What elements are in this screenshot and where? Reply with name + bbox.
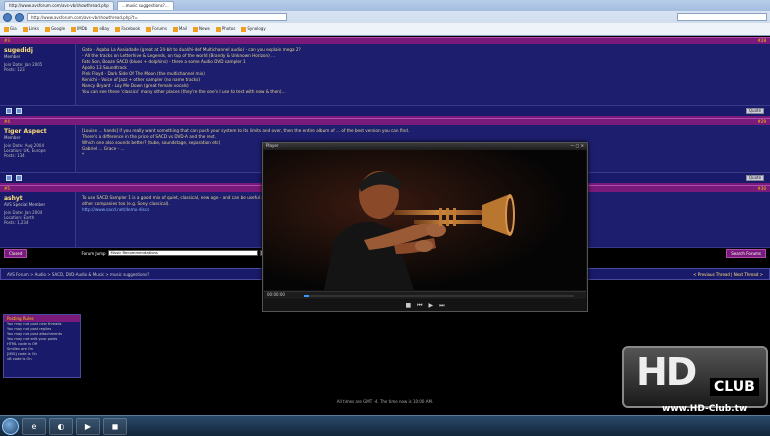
browser-tab-active[interactable]: ...music suggestions?... xyxy=(116,1,174,10)
post-author: Tiger Aspect Member Join Date: Aug 2004 … xyxy=(0,125,76,172)
user-rank: Member xyxy=(4,135,21,140)
bookmark-icon xyxy=(22,26,28,32)
bookmark[interactable]: IMDb xyxy=(71,26,87,32)
user-meta: Join Date: Jan 2004 Location: Earth Post… xyxy=(4,210,43,225)
start-button[interactable] xyxy=(2,417,19,435)
post: sugedidj Member Join Date: Jan 2005 Post… xyxy=(0,44,770,106)
forward-button[interactable] xyxy=(15,12,24,22)
bookmark-icon xyxy=(44,26,50,32)
taskbar: e ◐ ▶ ◼ xyxy=(0,415,770,436)
bookmark-icon xyxy=(193,26,199,32)
post-author: sugedidj Member Join Date: Jan 2005 Post… xyxy=(0,44,76,105)
play-icon[interactable]: ▶ xyxy=(429,302,434,309)
bookmark[interactable]: Mail xyxy=(172,26,187,32)
report-icon[interactable] xyxy=(6,175,12,181)
post-author: ashyt AVS Special Member Join Date: Jan … xyxy=(0,192,76,247)
bookmark-icon xyxy=(4,26,9,32)
back-button[interactable] xyxy=(3,12,12,22)
posting-rules-title: Posting Rules xyxy=(4,315,80,322)
seek-bar[interactable]: 00:00:00 xyxy=(264,291,586,299)
taskbar-media-icon[interactable]: ▶ xyxy=(76,417,100,435)
player-controls: ■ ⏮ ▶ ⏭ xyxy=(264,300,586,311)
user-rank: Member xyxy=(4,54,21,59)
next-icon[interactable]: ⏭ xyxy=(439,302,444,310)
report-icon[interactable] xyxy=(6,108,12,114)
quote-button[interactable]: Quote xyxy=(746,175,764,181)
bookmark[interactable]: Gia xyxy=(4,26,17,32)
address-bar[interactable]: http://www.avsforum.com/avs-vb/showthrea… xyxy=(27,13,287,21)
user-rank: AVS Special Member xyxy=(4,202,46,207)
player-titlebar[interactable]: Player — ▢ ✕ xyxy=(263,143,587,150)
nav-row: http://www.avsforum.com/avs-vb/showthrea… xyxy=(0,11,770,23)
bookmark[interactable]: Forums xyxy=(146,26,167,32)
bookmark-icon xyxy=(71,26,77,32)
window-controls[interactable]: — ▢ ✕ xyxy=(570,143,584,150)
profile-icon[interactable] xyxy=(16,108,22,114)
hdclub-watermark-logo: HD CLUB www.HD-Club.tw xyxy=(622,346,768,416)
rule-line: vB code is On xyxy=(7,357,32,361)
tab-strip: http://www.avsforum.com/avs-vb/showthrea… xyxy=(0,0,770,11)
taskbar-ie-icon[interactable]: e xyxy=(22,417,46,435)
previous-icon[interactable]: ⏮ xyxy=(417,302,422,310)
posting-rules: Posting Rules You may not post new threa… xyxy=(3,314,81,378)
hd-logo-text: HD xyxy=(636,350,697,394)
bookmark-icon xyxy=(146,26,152,32)
taskbar-explorer-icon[interactable]: ◐ xyxy=(49,417,73,435)
bookmark-icon xyxy=(115,26,121,32)
closed-button[interactable]: Closed xyxy=(4,248,28,258)
username[interactable]: Tiger Aspect xyxy=(4,128,71,135)
bookmark-icon xyxy=(215,26,221,32)
seek-track[interactable] xyxy=(304,295,574,297)
playback-time: 00:00:00 xyxy=(267,292,285,297)
stop-icon[interactable]: ■ xyxy=(405,302,411,309)
search-forums-button[interactable]: Search Forums xyxy=(726,248,766,258)
bookmark[interactable]: Synology xyxy=(241,26,266,32)
post-footer: Quote xyxy=(0,106,770,118)
post-header: #4 #29 xyxy=(0,118,770,125)
bookmark-icon xyxy=(93,26,99,32)
user-meta: Join Date: Jan 2005 Posts: 123 xyxy=(4,62,43,72)
bookmark-icon xyxy=(172,26,178,32)
hdclub-logo-box: HD CLUB xyxy=(622,346,768,408)
bookmark[interactable]: Facebook xyxy=(115,26,140,32)
browser-tab[interactable]: http://www.avsforum.com/avs-vb/showthrea… xyxy=(4,1,114,10)
bookmark[interactable]: Google xyxy=(44,26,65,32)
forum-jump-label: Forum Jump xyxy=(81,250,106,256)
club-logo-text: CLUB xyxy=(710,378,759,396)
quote-button[interactable]: Quote xyxy=(746,108,764,114)
user-meta: Join Date: Aug 2004 Location: UK, Europe… xyxy=(4,143,46,158)
bookmark[interactable]: Links xyxy=(22,26,39,32)
post-body: Gato - Aqaba La Avaiadade (great at 24-b… xyxy=(76,44,770,105)
hdclub-url: www.HD-Club.tw xyxy=(662,404,748,414)
bookmarks-bar: Gia Links Google IMDb eBay Facebook Foru… xyxy=(0,23,770,35)
post-header: #3 #28 xyxy=(0,37,770,44)
bookmark-icon xyxy=(241,26,247,32)
media-player-window[interactable]: Player — ▢ ✕ 00:00:00 ■ ⏮ ▶ ⏭ xyxy=(262,142,588,312)
bookmark[interactable]: Photos xyxy=(215,26,235,32)
breadcrumb[interactable]: AVS Forum > Audio > SACD, DVD-Audio & Mu… xyxy=(7,272,149,277)
username[interactable]: sugedidj xyxy=(4,47,71,54)
browser-chrome: http://www.avsforum.com/avs-vb/showthrea… xyxy=(0,0,770,36)
forum-jump-select[interactable]: Music Recommendations xyxy=(107,250,258,256)
trumpet-player-image xyxy=(264,150,586,290)
player-title: Player xyxy=(266,143,279,148)
seek-fill xyxy=(304,295,310,297)
taskbar-window-icon[interactable]: ◼ xyxy=(103,417,127,435)
profile-icon[interactable] xyxy=(16,175,22,181)
bookmark[interactable]: News xyxy=(193,26,210,32)
search-input[interactable] xyxy=(677,13,767,21)
forum-jump: Forum Jump Music Recommendations Go xyxy=(81,250,270,256)
prev-next-thread[interactable]: < Previous Thread | Next Thread > xyxy=(693,272,763,277)
bookmark[interactable]: eBay xyxy=(93,26,109,32)
username[interactable]: ashyt xyxy=(4,195,71,202)
video-frame[interactable] xyxy=(264,150,586,290)
